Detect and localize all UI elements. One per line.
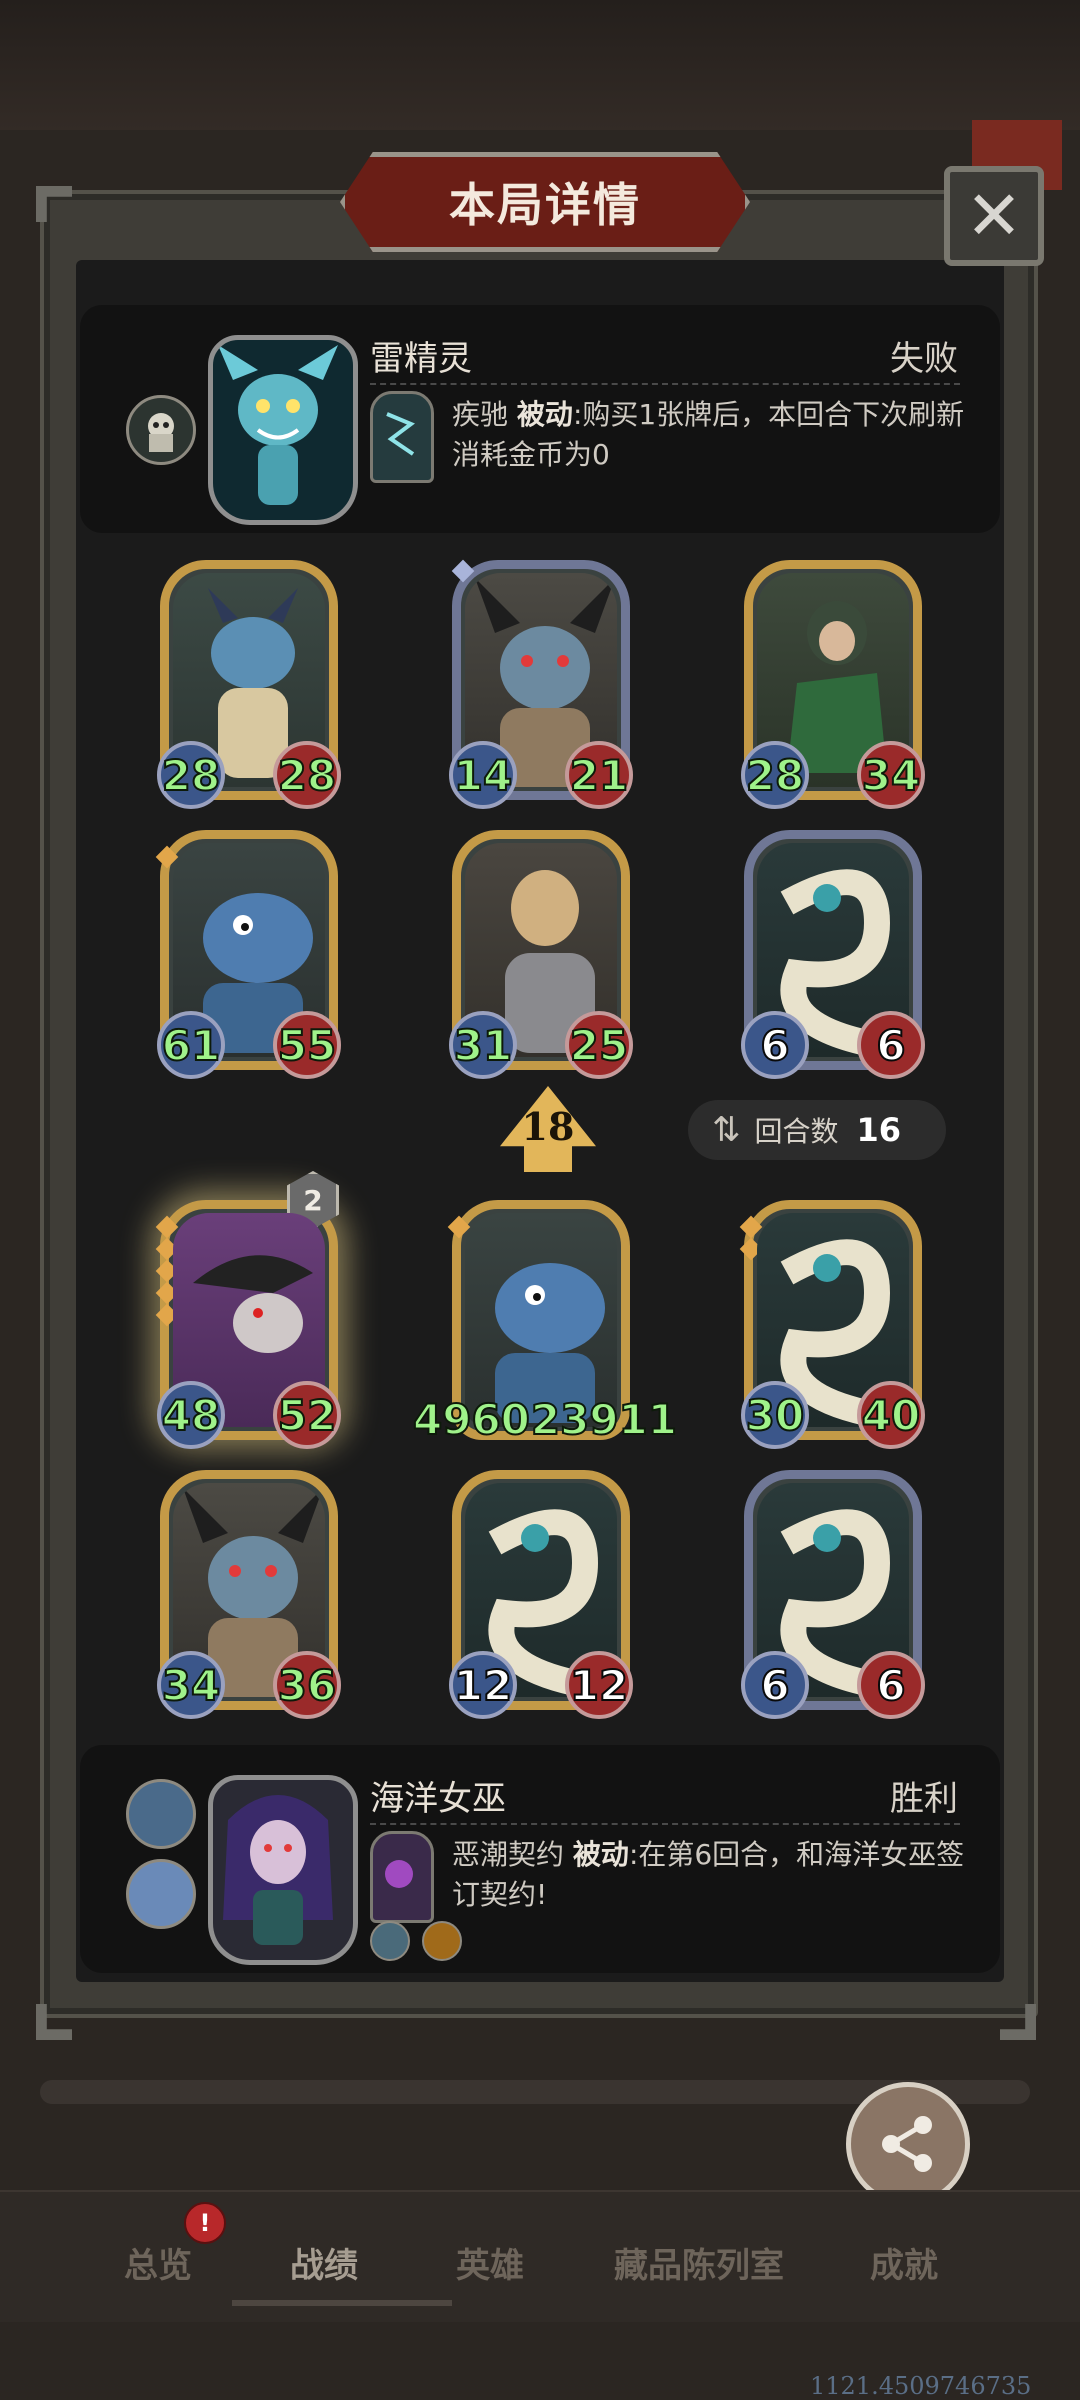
- attack-value: 6: [741, 1011, 809, 1079]
- health-value: 36: [273, 1651, 341, 1719]
- player-panel: 海洋女巫 胜利 恶潮契约 被动:在第6回合，和海洋女巫签订契约!: [80, 1745, 1000, 1973]
- hero-power-description: 疾驰 被动:购买1张牌后，本回合下次刷新消耗金币为0: [452, 395, 972, 475]
- opponent-result: 失败: [890, 339, 958, 379]
- minion-card[interactable]: 14 21: [449, 559, 633, 809]
- skill-name: 恶潮契约: [452, 1838, 565, 1871]
- attack-value: 28: [741, 741, 809, 809]
- nav-heroes[interactable]: 英雄: [456, 2238, 524, 2287]
- hero-power-icon[interactable]: [370, 391, 434, 483]
- minion-card[interactable]: 12 12: [449, 1470, 633, 1719]
- attack-value: 30: [741, 1381, 809, 1449]
- title-plate: 本局详情: [340, 152, 750, 252]
- round-counter: ⇅ 回合数 16: [688, 1100, 946, 1160]
- minion-card[interactable]: 2 48 52: [155, 1171, 341, 1449]
- minion-card[interactable]: 30 40: [739, 1200, 925, 1449]
- close-icon: ✕: [965, 176, 1023, 256]
- notification-badge: !: [184, 2202, 226, 2244]
- minion-card[interactable]: 6 6: [741, 1470, 925, 1719]
- divider: [370, 383, 960, 385]
- health-value: 40: [857, 1381, 925, 1449]
- health-value: 6: [857, 1011, 925, 1079]
- attack-value: 6: [741, 1651, 809, 1719]
- close-button[interactable]: ✕: [944, 166, 1044, 266]
- opponent-panel: 雷精灵 失败 疾驰 被动:购买1张牌后，本回合下次刷新消耗金币为0: [80, 305, 1000, 533]
- gold-value: 18: [521, 1104, 575, 1149]
- nav-records[interactable]: 战绩: [290, 2238, 358, 2287]
- nav-achievements[interactable]: 成就: [870, 2238, 938, 2287]
- attack-value: 28: [157, 741, 225, 809]
- hero-portrait-sea-witch[interactable]: [208, 1775, 358, 1965]
- skill-type: 被动: [516, 398, 573, 431]
- divider: [370, 1823, 960, 1825]
- health-value: 52: [273, 1381, 341, 1449]
- serpent-trinket-icon[interactable]: [126, 1859, 196, 1929]
- minion-card[interactable]: 61 55: [155, 830, 341, 1079]
- background-top: [0, 0, 1080, 130]
- attack-value: 14: [449, 741, 517, 809]
- hero-portrait-thunder-sprite[interactable]: [208, 335, 358, 525]
- player-name: 海洋女巫: [370, 1779, 506, 1819]
- attack-value: 48: [157, 1381, 225, 1449]
- horse-buff-icon[interactable]: [422, 1921, 462, 1961]
- round-label: 回合数: [754, 1115, 839, 1148]
- attack-value: 4960: [412, 1394, 531, 1445]
- attack-value: 31: [449, 1011, 517, 1079]
- reaper-trinket-icon[interactable]: [126, 395, 196, 465]
- health-value: 55: [273, 1011, 341, 1079]
- health-value: 25: [565, 1011, 633, 1079]
- health-value: 21: [565, 741, 633, 809]
- skill-name: 疾驰: [452, 398, 509, 431]
- nav-active-indicator: [232, 2300, 452, 2306]
- share-icon: [882, 2116, 932, 2172]
- watermark: 1121.4509746735: [810, 2372, 1032, 2400]
- health-value: 23911: [530, 1394, 678, 1445]
- player-result: 胜利: [890, 1779, 958, 1819]
- minion-card[interactable]: 28 28: [157, 560, 341, 809]
- minion-card[interactable]: 6 6: [741, 830, 925, 1079]
- minion-card[interactable]: 31 25: [449, 830, 633, 1079]
- health-value: 28: [273, 741, 341, 809]
- minion-card[interactable]: 28 34: [741, 560, 925, 809]
- hero-power-icon[interactable]: [370, 1831, 434, 1923]
- share-button[interactable]: [846, 2082, 970, 2206]
- tier-marks: [447, 1215, 471, 1239]
- health-value: 34: [857, 741, 925, 809]
- minion-card[interactable]: 34 36: [157, 1470, 341, 1719]
- attack-value: 34: [157, 1651, 225, 1719]
- sword-buff-icon[interactable]: [370, 1921, 410, 1961]
- minion-card[interactable]: 4960 23911: [412, 1200, 678, 1445]
- bottom-nav: 总览 战绩 英雄 藏品陈列室 成就: [0, 2190, 1080, 2322]
- round-value: 16: [856, 1111, 902, 1149]
- dragon-trinket-icon[interactable]: [126, 1779, 196, 1849]
- tier-marks: [155, 845, 179, 869]
- nav-overview[interactable]: 总览: [124, 2238, 192, 2287]
- page-title: 本局详情: [449, 178, 641, 232]
- hero-power-description: 恶潮契约 被动:在第6回合，和海洋女巫签订契约!: [452, 1835, 972, 1915]
- attack-value: 12: [449, 1651, 517, 1719]
- opponent-name: 雷精灵: [370, 339, 472, 379]
- attack-value: 61: [157, 1011, 225, 1079]
- health-value: 6: [857, 1651, 925, 1719]
- health-value: 12: [565, 1651, 633, 1719]
- skill-type: 被动: [572, 1838, 629, 1871]
- cycle-icon: ⇅: [712, 1110, 741, 1150]
- nav-collection[interactable]: 藏品陈列室: [614, 2238, 784, 2287]
